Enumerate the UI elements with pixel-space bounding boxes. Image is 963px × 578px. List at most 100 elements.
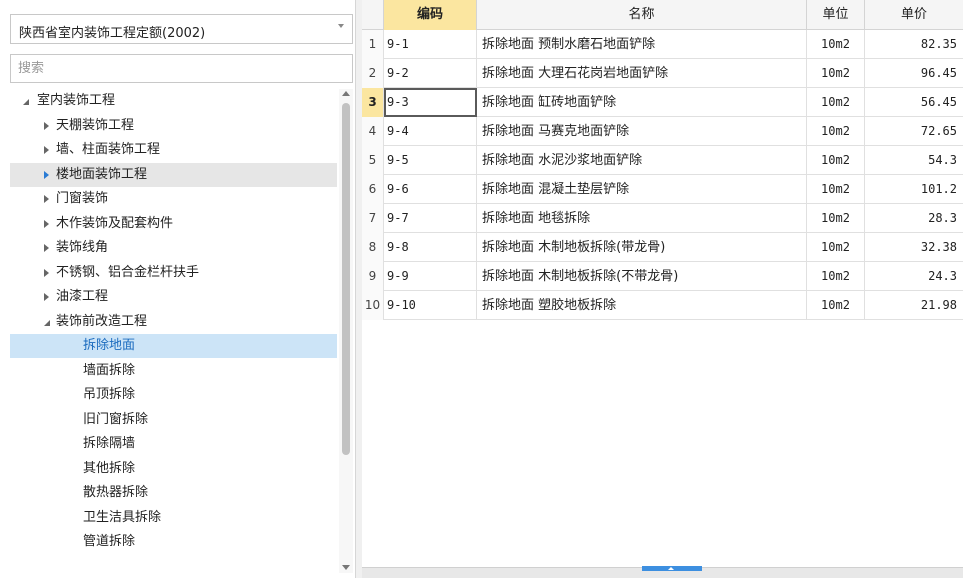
row-number[interactable]: 9 — [362, 262, 384, 291]
cell-name[interactable]: 拆除地面 塑胶地板拆除 — [477, 291, 807, 320]
table-row[interactable]: 4 9-4 拆除地面 马赛克地面铲除 10m2 72.65 — [362, 117, 963, 146]
table-row[interactable]: 7 9-7 拆除地面 地毯拆除 10m2 28.3 — [362, 204, 963, 233]
cell-price[interactable]: 32.38 — [865, 233, 963, 262]
row-number[interactable]: 10 — [362, 291, 384, 320]
cell-name[interactable]: 拆除地面 水泥沙浆地面铲除 — [477, 146, 807, 175]
table-row[interactable]: 8 9-8 拆除地面 木制地板拆除(带龙骨) 10m2 32.38 — [362, 233, 963, 262]
cell-price[interactable]: 96.45 — [865, 59, 963, 88]
panel-splitter-handle[interactable] — [642, 566, 702, 571]
cell-code[interactable]: 9-5 — [384, 146, 477, 175]
tree-collapse-icon[interactable] — [23, 99, 29, 105]
row-number[interactable]: 5 — [362, 146, 384, 175]
cell-code[interactable]: 9-8 — [384, 233, 477, 262]
cell-name[interactable]: 拆除地面 混凝土垫层铲除 — [477, 175, 807, 204]
cell-name[interactable]: 拆除地面 缸砖地面铲除 — [477, 88, 807, 117]
tree-leaf-item[interactable]: 吊顶拆除 — [10, 383, 337, 407]
cell-unit[interactable]: 10m2 — [807, 175, 865, 204]
dropdown-arrow-icon[interactable] — [338, 24, 344, 28]
table-row[interactable]: 6 9-6 拆除地面 混凝土垫层铲除 10m2 101.2 — [362, 175, 963, 204]
cell-price[interactable]: 28.3 — [865, 204, 963, 233]
tree-leaf-item[interactable]: 其他拆除 — [10, 457, 337, 481]
row-number[interactable]: 8 — [362, 233, 384, 262]
tree-leaf-item[interactable]: 拆除隔墙 — [10, 432, 337, 456]
cell-code[interactable]: 9-6 — [384, 175, 477, 204]
cell-unit[interactable]: 10m2 — [807, 233, 865, 262]
cell-unit[interactable]: 10m2 — [807, 88, 865, 117]
tree-node-item[interactable]: 油漆工程 — [10, 285, 337, 309]
table-row[interactable]: 9 9-9 拆除地面 木制地板拆除(不带龙骨) 10m2 24.3 — [362, 262, 963, 291]
column-header-name[interactable]: 名称 — [477, 0, 807, 30]
row-number[interactable]: 2 — [362, 59, 384, 88]
cell-price[interactable]: 56.45 — [865, 88, 963, 117]
cell-price[interactable]: 24.3 — [865, 262, 963, 291]
table-row[interactable]: 2 9-2 拆除地面 大理石花岗岩地面铲除 10m2 96.45 — [362, 59, 963, 88]
tree-expand-icon[interactable] — [44, 146, 49, 154]
cell-price[interactable]: 54.3 — [865, 146, 963, 175]
scroll-down-icon[interactable] — [342, 565, 350, 570]
tree-collapse-icon[interactable] — [44, 320, 50, 326]
tree-node-item[interactable]: 室内装饰工程 — [10, 89, 337, 113]
row-number[interactable]: 6 — [362, 175, 384, 204]
table-row[interactable]: 5 9-5 拆除地面 水泥沙浆地面铲除 10m2 54.3 — [362, 146, 963, 175]
quota-library-select[interactable]: 陕西省室内装饰工程定额(2002) — [10, 14, 353, 44]
tree-leaf-item[interactable]: 拆除地面 — [10, 334, 337, 358]
tree-node-item[interactable]: 木作装饰及配套构件 — [10, 212, 337, 236]
column-header-price[interactable]: 单价 — [865, 0, 963, 30]
cell-name[interactable]: 拆除地面 预制水磨石地面铲除 — [477, 30, 807, 59]
tree-leaf-item[interactable]: 卫生洁具拆除 — [10, 506, 337, 530]
tree-leaf-item[interactable]: 墙面拆除 — [10, 359, 337, 383]
tree-leaf-item[interactable]: 旧门窗拆除 — [10, 408, 337, 432]
tree-node-item[interactable]: 门窗装饰 — [10, 187, 337, 211]
column-header-code[interactable]: 编码 — [384, 0, 477, 30]
tree-node-item[interactable]: 不锈钢、铝合金栏杆扶手 — [10, 261, 337, 285]
tree-node-item[interactable]: 楼地面装饰工程 — [10, 163, 337, 187]
tree-leaf-item[interactable]: 管道拆除 — [10, 530, 337, 554]
row-number-header[interactable] — [362, 0, 384, 30]
cell-unit[interactable]: 10m2 — [807, 291, 865, 320]
cell-price[interactable]: 72.65 — [865, 117, 963, 146]
tree-expand-icon[interactable] — [44, 195, 49, 203]
cell-code[interactable]: 9-3 — [384, 88, 477, 117]
tree-expand-icon[interactable] — [44, 171, 49, 179]
table-row[interactable]: 3 9-3 拆除地面 缸砖地面铲除 10m2 56.45 — [362, 88, 963, 117]
tree-node-item[interactable]: 墙、柱面装饰工程 — [10, 138, 337, 162]
tree-node-item[interactable]: 装饰前改造工程 — [10, 310, 337, 334]
cell-code[interactable]: 9-4 — [384, 117, 477, 146]
cell-code[interactable]: 9-7 — [384, 204, 477, 233]
cell-code[interactable]: 9-10 — [384, 291, 477, 320]
cell-price[interactable]: 21.98 — [865, 291, 963, 320]
cell-unit[interactable]: 10m2 — [807, 204, 865, 233]
tree-scrollbar[interactable] — [339, 89, 353, 573]
table-row[interactable]: 10 9-10 拆除地面 塑胶地板拆除 10m2 21.98 — [362, 291, 963, 320]
cell-name[interactable]: 拆除地面 木制地板拆除(不带龙骨) — [477, 262, 807, 291]
scroll-thumb[interactable] — [342, 103, 350, 455]
cell-unit[interactable]: 10m2 — [807, 262, 865, 291]
cell-name[interactable]: 拆除地面 木制地板拆除(带龙骨) — [477, 233, 807, 262]
column-header-unit[interactable]: 单位 — [807, 0, 865, 30]
row-number[interactable]: 3 — [362, 88, 384, 117]
cell-unit[interactable]: 10m2 — [807, 117, 865, 146]
row-number[interactable]: 1 — [362, 30, 384, 59]
cell-name[interactable]: 拆除地面 马赛克地面铲除 — [477, 117, 807, 146]
tree-expand-icon[interactable] — [44, 269, 49, 277]
tree-node-item[interactable]: 天棚装饰工程 — [10, 114, 337, 138]
cell-code[interactable]: 9-1 — [384, 30, 477, 59]
row-number[interactable]: 4 — [362, 117, 384, 146]
cell-code[interactable]: 9-2 — [384, 59, 477, 88]
search-input[interactable] — [10, 54, 353, 83]
cell-unit[interactable]: 10m2 — [807, 146, 865, 175]
row-number[interactable]: 7 — [362, 204, 384, 233]
cell-price[interactable]: 101.2 — [865, 175, 963, 204]
tree-expand-icon[interactable] — [44, 220, 49, 228]
tree-node-item[interactable]: 装饰线角 — [10, 236, 337, 260]
cell-unit[interactable]: 10m2 — [807, 30, 865, 59]
table-row[interactable]: 1 9-1 拆除地面 预制水磨石地面铲除 10m2 82.35 — [362, 30, 963, 59]
tree-expand-icon[interactable] — [44, 122, 49, 130]
tree-leaf-item[interactable]: 散热器拆除 — [10, 481, 337, 505]
cell-unit[interactable]: 10m2 — [807, 59, 865, 88]
cell-name[interactable]: 拆除地面 地毯拆除 — [477, 204, 807, 233]
tree-expand-icon[interactable] — [44, 244, 49, 252]
scroll-up-icon[interactable] — [342, 91, 350, 96]
cell-code[interactable]: 9-9 — [384, 262, 477, 291]
cell-name[interactable]: 拆除地面 大理石花岗岩地面铲除 — [477, 59, 807, 88]
